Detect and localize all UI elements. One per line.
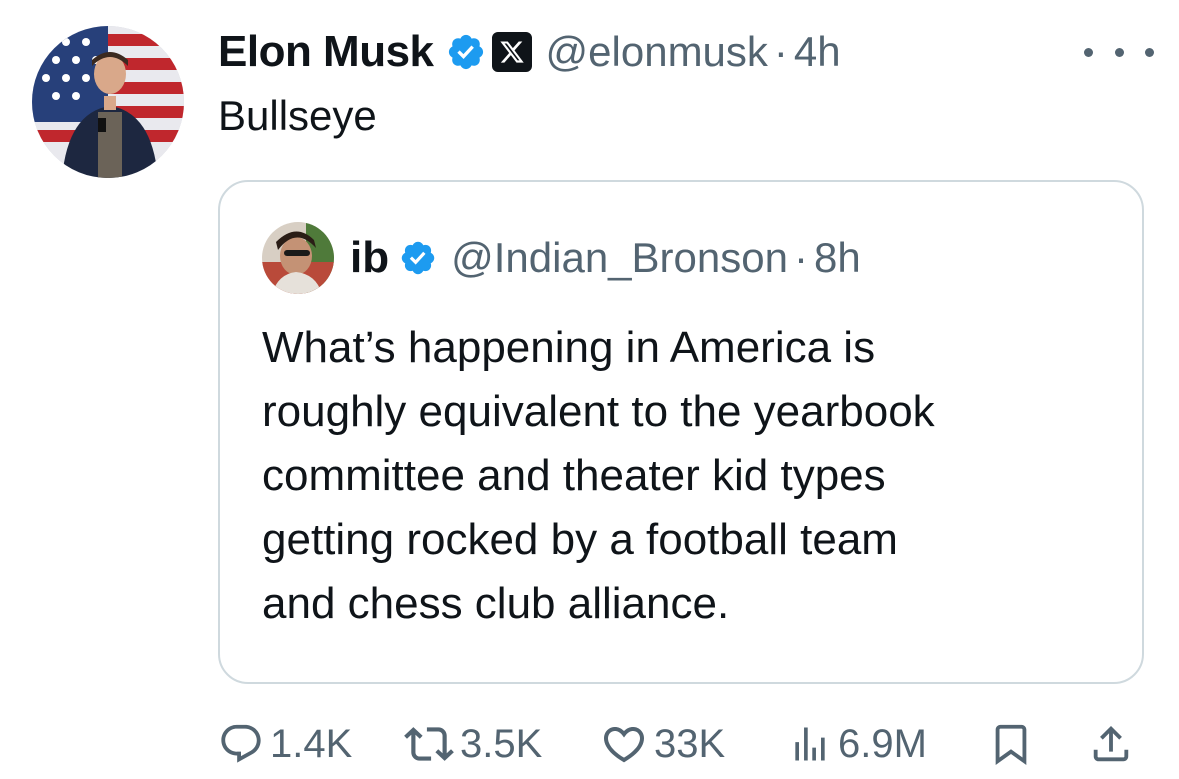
repost-icon: [404, 727, 454, 761]
tweet-text: Bullseye: [218, 92, 377, 139]
tweet[interactable]: Elon Musk @elonmusk · 4h Bullseye ib @In…: [0, 0, 1179, 779]
more-dot: [1145, 47, 1154, 57]
quoted-tweet[interactable]: ib @Indian_Bronson · 8h What’s happening…: [218, 180, 1144, 684]
more-dot: [1084, 47, 1093, 57]
repost-button[interactable]: 3.5K: [404, 716, 542, 772]
views-chart-icon: [795, 727, 825, 761]
tweet-timestamp[interactable]: 4h: [794, 28, 841, 76]
author-display-name[interactable]: Elon Musk: [218, 27, 434, 77]
bookmark-icon: [995, 724, 1027, 765]
share-button[interactable]: [1088, 716, 1134, 772]
action-bar: 1.4K 3.5K 33K 6.9M: [218, 716, 1148, 772]
reply-button[interactable]: 1.4K: [218, 716, 352, 772]
view-count: 6.9M: [838, 721, 927, 766]
quoted-tweet-header: ib @Indian_Bronson · 8h: [350, 228, 861, 288]
bookmark-button[interactable]: [988, 716, 1034, 772]
author-avatar[interactable]: [32, 26, 184, 178]
quoted-author-display-name[interactable]: ib: [350, 233, 389, 283]
like-count: 33K: [654, 721, 726, 766]
quoted-text-line: and chess club alliance.: [262, 579, 730, 628]
heart-icon: [603, 727, 645, 763]
verified-badge-icon[interactable]: [446, 32, 486, 72]
x-logo-icon[interactable]: [491, 32, 532, 72]
more-dot: [1114, 47, 1124, 57]
quoted-text-line: roughly equivalent to the yearbook: [262, 387, 935, 436]
author-handle[interactable]: @elonmusk: [546, 28, 768, 76]
quoted-tweet-timestamp[interactable]: 8h: [814, 234, 861, 282]
quoted-text-line: getting rocked by a football team: [262, 515, 898, 564]
quoted-tweet-text: What’s happening in America is roughly e…: [262, 316, 1122, 636]
quoted-author-handle[interactable]: @Indian_Bronson: [451, 234, 788, 282]
repost-count: 3.5K: [460, 721, 543, 766]
quoted-text-line: What’s happening in America is: [262, 323, 876, 372]
like-button[interactable]: 33K: [600, 716, 725, 772]
reply-count: 1.4K: [270, 721, 353, 766]
more-options-icon[interactable]: [1084, 40, 1154, 64]
quoted-text-line: committee and theater kid types: [262, 451, 886, 500]
verified-badge-icon[interactable]: [399, 239, 437, 277]
views-button[interactable]: 6.9M: [788, 716, 927, 772]
separator-dot: ·: [793, 234, 808, 281]
share-icon: [1093, 725, 1129, 762]
quoted-author-avatar[interactable]: [262, 222, 334, 294]
separator-dot: ·: [773, 28, 788, 75]
reply-icon: [221, 724, 261, 763]
tweet-header: Elon Musk @elonmusk · 4h: [218, 22, 841, 82]
